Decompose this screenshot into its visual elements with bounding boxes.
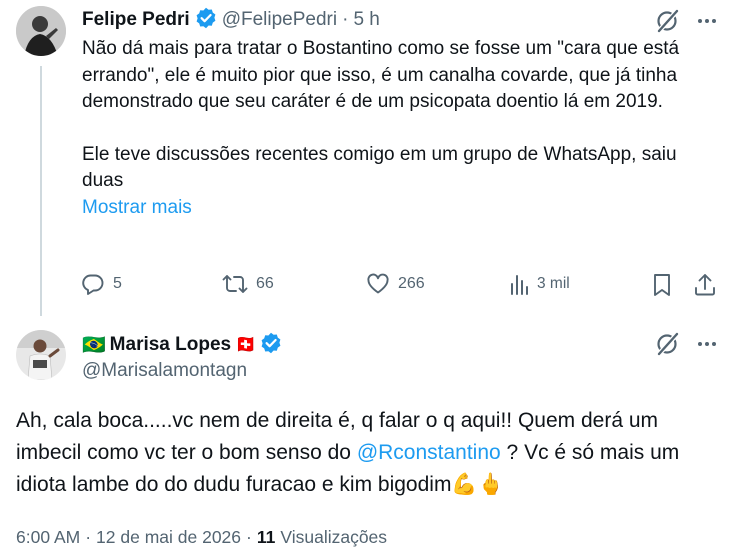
- more-icon[interactable]: [694, 8, 720, 34]
- share-icon[interactable]: [692, 272, 718, 298]
- reply-body: Ah, cala boca.....vc nem de direita é, q…: [16, 405, 721, 501]
- grok-icon[interactable]: [655, 331, 681, 357]
- reply-time[interactable]: 6:00 AM: [16, 527, 80, 548]
- repost-count: 66: [256, 275, 274, 292]
- meta-dot-1: ·: [85, 527, 92, 547]
- thread-connector-line: [40, 66, 42, 316]
- like-action[interactable]: 266: [366, 272, 425, 296]
- flag-emoji: 🇧🇷: [82, 335, 106, 356]
- views-action[interactable]: 3 mil: [509, 272, 570, 296]
- reply-author-handle[interactable]: @Marisalamontagn: [82, 360, 247, 382]
- more-icon[interactable]: [694, 331, 720, 357]
- like-icon: [366, 272, 390, 296]
- header-separator: ·: [342, 9, 349, 30]
- verified-badge-icon: [260, 332, 282, 359]
- reply-icon: [81, 272, 105, 296]
- reply-date[interactable]: 12 de mai de 2026: [96, 527, 241, 548]
- mention-link[interactable]: @Rconstantino: [357, 441, 501, 464]
- author-handle[interactable]: @FelipePedri: [222, 9, 337, 31]
- tweet-header: Felipe Pedri @FelipePedri · 5 h: [82, 7, 380, 34]
- views-count: 3 mil: [537, 275, 570, 292]
- name-emoji: 🇨🇭: [235, 335, 257, 354]
- repost-action[interactable]: 66: [222, 272, 274, 296]
- bookmark-icon[interactable]: [650, 272, 674, 298]
- tweet-paragraph-1: Não dá mais para tratar o Bostantino com…: [82, 38, 680, 112]
- reply-count: 5: [113, 275, 122, 292]
- views-icon: [509, 272, 531, 296]
- reply-action[interactable]: 5: [81, 272, 122, 296]
- repost-icon: [222, 272, 248, 296]
- like-count: 266: [398, 275, 425, 292]
- author-name[interactable]: Felipe Pedri: [82, 9, 190, 31]
- reply-meta: 6:00 AM · 12 de mai de 2026 · 11 Visuali…: [16, 527, 387, 548]
- verified-badge-icon: [195, 7, 217, 34]
- reply-views-label: Visualizações: [280, 527, 388, 547]
- tweet-paragraph-2: Ele teve discussões recentes comigo em u…: [82, 143, 677, 192]
- grok-icon[interactable]: [655, 8, 681, 34]
- tweet-body: Não dá mais para tratar o Bostantino com…: [82, 36, 722, 221]
- reply-header: 🇧🇷 Marisa Lopes 🇨🇭: [82, 332, 282, 359]
- reply-views-count: 11: [256, 527, 276, 547]
- reply-author-name[interactable]: Marisa Lopes: [110, 334, 231, 356]
- meta-dot-2: ·: [246, 527, 252, 547]
- show-more-link[interactable]: Mostrar mais: [82, 195, 722, 222]
- avatar-felipe[interactable]: [16, 6, 66, 56]
- avatar-marisa[interactable]: [16, 330, 66, 380]
- tweet-time-ago[interactable]: 5 h: [353, 9, 379, 31]
